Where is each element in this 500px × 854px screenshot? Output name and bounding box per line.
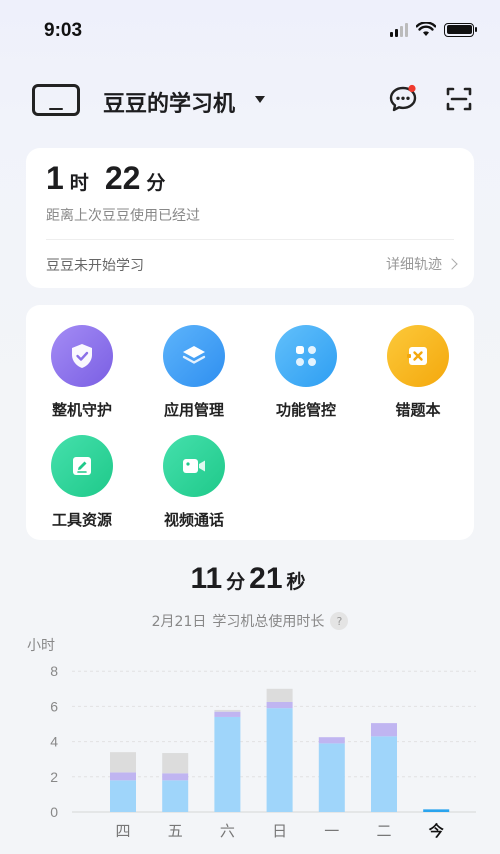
x-tick-label[interactable]: 四 bbox=[115, 822, 130, 840]
usage-second-unit: 秒 bbox=[286, 571, 306, 593]
y-axis-label: 小时 bbox=[27, 638, 55, 654]
chart-bar-segment bbox=[162, 780, 189, 812]
chart-bar-segment bbox=[266, 702, 293, 709]
feature-label: 视频通话 bbox=[163, 511, 224, 529]
tablet-device-icon[interactable] bbox=[32, 84, 80, 116]
usage-first-unit: 分 bbox=[226, 571, 246, 593]
x-tick-label[interactable]: 今 bbox=[428, 822, 444, 840]
feature-icon-circle bbox=[163, 325, 225, 387]
usage-second-number: 21 bbox=[249, 562, 283, 595]
feature-icon-circle bbox=[51, 435, 113, 497]
chart-bar-segment bbox=[214, 711, 241, 717]
detail-track-label: 详细轨迹 bbox=[386, 257, 442, 273]
feature-label: 整机守护 bbox=[51, 401, 112, 419]
feature-function-control[interactable]: 功能管控 bbox=[250, 325, 362, 420]
caret-down-icon[interactable] bbox=[255, 96, 265, 103]
wifi-icon bbox=[416, 22, 436, 36]
last-use-card: 1 时 22 分 距离上次豆豆使用已经过 豆豆未开始学习 详细轨迹 bbox=[26, 148, 474, 288]
elapsed-time: 1 时 22 分 bbox=[46, 160, 175, 197]
feature-label: 工具资源 bbox=[51, 511, 112, 529]
x-tick-label[interactable]: 日 bbox=[272, 822, 287, 840]
video-call-icon bbox=[183, 459, 205, 473]
cellular-signal-icon bbox=[390, 22, 408, 37]
elapsed-caption: 距离上次豆豆使用已经过 bbox=[46, 208, 200, 224]
feature-icon-circle bbox=[275, 325, 337, 387]
x-tick-label[interactable]: 二 bbox=[376, 822, 391, 840]
chart-bar-segment bbox=[162, 773, 189, 781]
chart-bar-segment bbox=[214, 709, 241, 712]
usage-caption-text: 学习机总使用时长 bbox=[212, 614, 325, 630]
feature-label: 错题本 bbox=[395, 401, 441, 419]
usage-first-number: 11 bbox=[190, 562, 223, 595]
feature-error-book[interactable]: 错题本 bbox=[362, 325, 474, 420]
chart-bar-segment bbox=[371, 723, 397, 737]
feature-device-guard[interactable]: 整机守护 bbox=[26, 325, 138, 420]
y-tick-label: 2 bbox=[50, 769, 58, 785]
x-tick-label[interactable]: 六 bbox=[220, 822, 235, 840]
chart-bar-segment bbox=[162, 753, 189, 774]
chart-bar-segment bbox=[423, 809, 450, 812]
feature-grid: 整机守护 应用管理 功能管控 错题本 工具资源 视频通话 bbox=[26, 305, 474, 540]
x-tick-label[interactable]: 五 bbox=[168, 822, 183, 840]
elapsed-hours-unit: 时 bbox=[69, 172, 89, 194]
total-usage: 11 分 21 秒 bbox=[0, 562, 500, 596]
elapsed-minutes: 22 bbox=[104, 160, 141, 196]
chart-bar-segment bbox=[266, 708, 293, 812]
feature-label: 功能管控 bbox=[275, 401, 336, 419]
divider bbox=[46, 239, 454, 240]
chart-bar-segment bbox=[110, 752, 136, 773]
scan-icon[interactable] bbox=[444, 84, 474, 114]
feature-icon-circle bbox=[387, 325, 449, 387]
y-tick-label: 6 bbox=[50, 698, 58, 714]
feature-app-management[interactable]: 应用管理 bbox=[138, 325, 250, 420]
edit-icon bbox=[73, 457, 91, 475]
study-status: 豆豆未开始学习 bbox=[46, 258, 144, 274]
shield-check-icon bbox=[72, 344, 92, 368]
feature-label: 应用管理 bbox=[163, 401, 224, 419]
elapsed-minutes-unit: 分 bbox=[146, 172, 166, 194]
chevron-right-icon bbox=[446, 258, 458, 270]
grid-dots-icon bbox=[296, 346, 316, 366]
y-tick-label: 4 bbox=[50, 734, 58, 750]
chart-bar-segment bbox=[214, 716, 241, 812]
elapsed-hours: 1 bbox=[46, 160, 64, 196]
usage-bar-chart: 小时 8 6 4 2 0 四 五 六 日 一 二 今 bbox=[27, 638, 476, 840]
battery-icon bbox=[444, 22, 477, 37]
layers-icon bbox=[182, 346, 206, 364]
x-tick-label[interactable]: 一 bbox=[324, 822, 339, 840]
error-book-icon bbox=[407, 347, 427, 365]
y-tick-label: 0 bbox=[50, 804, 58, 820]
message-icon[interactable] bbox=[388, 84, 418, 114]
status-bar: 9:03 bbox=[0, 0, 500, 60]
chart-bar-segment bbox=[110, 772, 136, 781]
chart-bar-segment bbox=[318, 737, 345, 744]
feature-video-call[interactable]: 视频通话 bbox=[138, 435, 250, 530]
y-tick-label: 8 bbox=[50, 663, 58, 679]
usage-caption: 2月21日 学习机总使用时长 ? bbox=[0, 611, 500, 631]
status-icons bbox=[390, 22, 477, 37]
chart-bar-segment bbox=[318, 743, 345, 812]
chart-bar-segment bbox=[110, 780, 136, 812]
help-icon[interactable]: ? bbox=[330, 612, 349, 630]
feature-tool-resources[interactable]: 工具资源 bbox=[26, 435, 138, 530]
chart-bar-segment bbox=[266, 688, 293, 702]
chart-bar-segment bbox=[371, 736, 397, 812]
feature-icon-circle bbox=[163, 435, 225, 497]
usage-date: 2月21日 bbox=[151, 614, 207, 630]
status-time: 9:03 bbox=[44, 20, 83, 41]
header: 豆豆的学习机 bbox=[0, 72, 500, 128]
detail-track-link[interactable]: 详细轨迹 bbox=[386, 254, 458, 274]
device-name[interactable]: 豆豆的学习机 bbox=[103, 86, 235, 118]
feature-icon-circle bbox=[51, 325, 113, 387]
